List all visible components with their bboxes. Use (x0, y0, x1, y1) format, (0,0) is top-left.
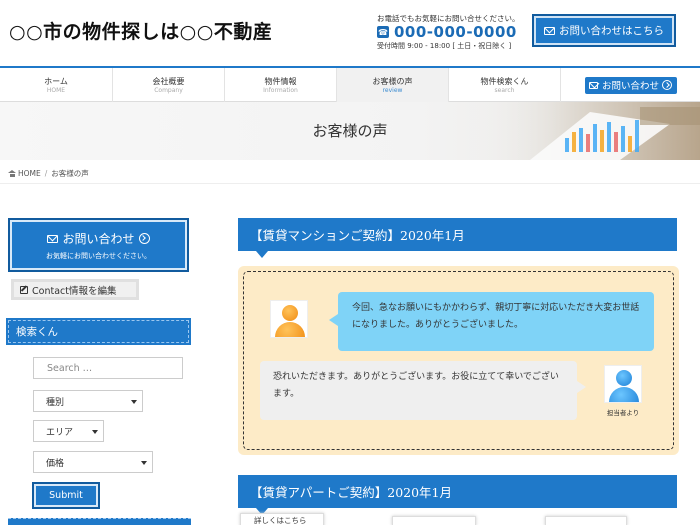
chevron-down-icon (92, 430, 98, 434)
sidebar-contact-label: お問い合わせ (62, 232, 135, 246)
nav-sublabel: HOME (46, 86, 66, 94)
type-select[interactable]: 種別 (33, 390, 143, 412)
area-select[interactable]: エリア (33, 420, 104, 442)
nav-sublabel: Company (154, 86, 183, 94)
page-hero: お客様の声 (0, 102, 700, 160)
nav-label: 物件検索くん (480, 76, 529, 86)
staff-caption: 担当者より (606, 409, 640, 417)
submit-button[interactable]: Submit (32, 482, 100, 509)
avatar-body (609, 387, 639, 402)
nav-label: 物件情報 (264, 76, 297, 86)
site-title[interactable]: ○○市の物件探しは○○不動産 (9, 17, 273, 46)
customer-speech-bubble: 今回、急なお願いにもかかわらず、親切丁寧に対応いただき大変お世話になりました。あ… (329, 292, 654, 351)
header-contact-label: お問い合わせはこちら (559, 25, 664, 37)
review-heading: 【賃貸マンションご契約】2020年1月 (238, 218, 677, 258)
nav-item-company[interactable]: 会社概要 Company (112, 68, 224, 102)
customer-avatar (270, 300, 308, 338)
edit-contact-label: Contact情報を編集 (32, 285, 117, 297)
staff-avatar (604, 365, 642, 403)
next-widget-title (8, 518, 191, 525)
edit-icon (20, 285, 28, 294)
search-widget-title: 検索くん (8, 320, 189, 343)
home-icon (8, 170, 16, 177)
property-card-edge (392, 516, 476, 525)
breadcrumb-current: お客様の声 (51, 169, 89, 178)
property-card-edge (545, 516, 627, 525)
search-input[interactable] (33, 357, 183, 379)
nav-sublabel: review (382, 86, 403, 94)
nav-item-information[interactable]: 物件情報 Information (224, 68, 336, 102)
nav-contact-label: お問い合わせ (601, 81, 659, 92)
phone-icon: ☎ (377, 26, 389, 38)
nav-contact-cell: お問い合わせ (560, 68, 700, 102)
chevron-down-icon (141, 461, 147, 465)
nav-sublabel: Information (263, 86, 298, 94)
nav-item-search[interactable]: 物件検索くん search (448, 68, 560, 102)
nav-item-review[interactable]: お客様の声 review (336, 68, 448, 102)
sidebar-contact-sub: お気軽にお問い合わせください。 (46, 252, 151, 260)
nav-sublabel: search (494, 86, 515, 94)
nav-label: お客様の声 (372, 76, 413, 86)
staff-speech-bubble: 恐れいただきます。ありがとうございます。お役に立てて幸いでございます。 (260, 361, 586, 420)
nav-label: ホーム (44, 76, 68, 86)
sidebar-contact-button[interactable]: お問い合わせ お気軽にお問い合わせください。 (8, 218, 189, 272)
breadcrumb: HOME / お客様の声 (8, 168, 89, 179)
edit-contact-button[interactable]: Contact情報を編集 (11, 279, 139, 300)
mail-icon (544, 26, 555, 35)
header-contact-button[interactable]: お問い合わせはこちら (532, 14, 676, 47)
nav-label: 会社概要 (152, 76, 185, 86)
chevron-down-icon (131, 400, 137, 404)
mail-icon (588, 81, 598, 89)
business-hours: 受付時間 9:00 - 18:00 [ 土日・祝日除く ] (377, 42, 512, 50)
avatar-head (282, 305, 298, 321)
area-select-value: エリア (46, 427, 74, 438)
price-select[interactable]: 価格 (33, 451, 153, 473)
avatar-head (616, 370, 632, 386)
nav-item-home[interactable]: ホーム HOME (0, 68, 112, 102)
breadcrumb-home[interactable]: HOME (18, 169, 41, 178)
price-select-value: 価格 (46, 458, 65, 469)
arrow-circle-icon (138, 233, 150, 244)
breadcrumb-separator: / (44, 169, 48, 178)
page-title: お客様の声 (312, 122, 388, 140)
sidebar-contact-title: お問い合わせ (10, 230, 187, 247)
phone-number[interactable]: 000-000-0000 (394, 23, 517, 41)
mail-icon (47, 234, 59, 243)
detail-link[interactable]: 詳しくはこちら (240, 513, 324, 525)
arrow-circle-icon (662, 80, 672, 90)
review-heading: 【賃貸アパートご契約】2020年1月 (238, 475, 677, 515)
divider (0, 183, 700, 184)
nav-contact-button[interactable]: お問い合わせ (584, 76, 677, 94)
phone-row: ☎ 000-000-0000 (377, 23, 517, 41)
type-select-value: 種別 (46, 397, 65, 408)
avatar-body (275, 322, 305, 337)
global-nav: ホーム HOME 会社概要 Company 物件情報 Information お… (0, 66, 700, 102)
site-header: ○○市の物件探しは○○不動産 お電話でもお気軽にお問い合せください。 ☎ 000… (0, 0, 700, 66)
